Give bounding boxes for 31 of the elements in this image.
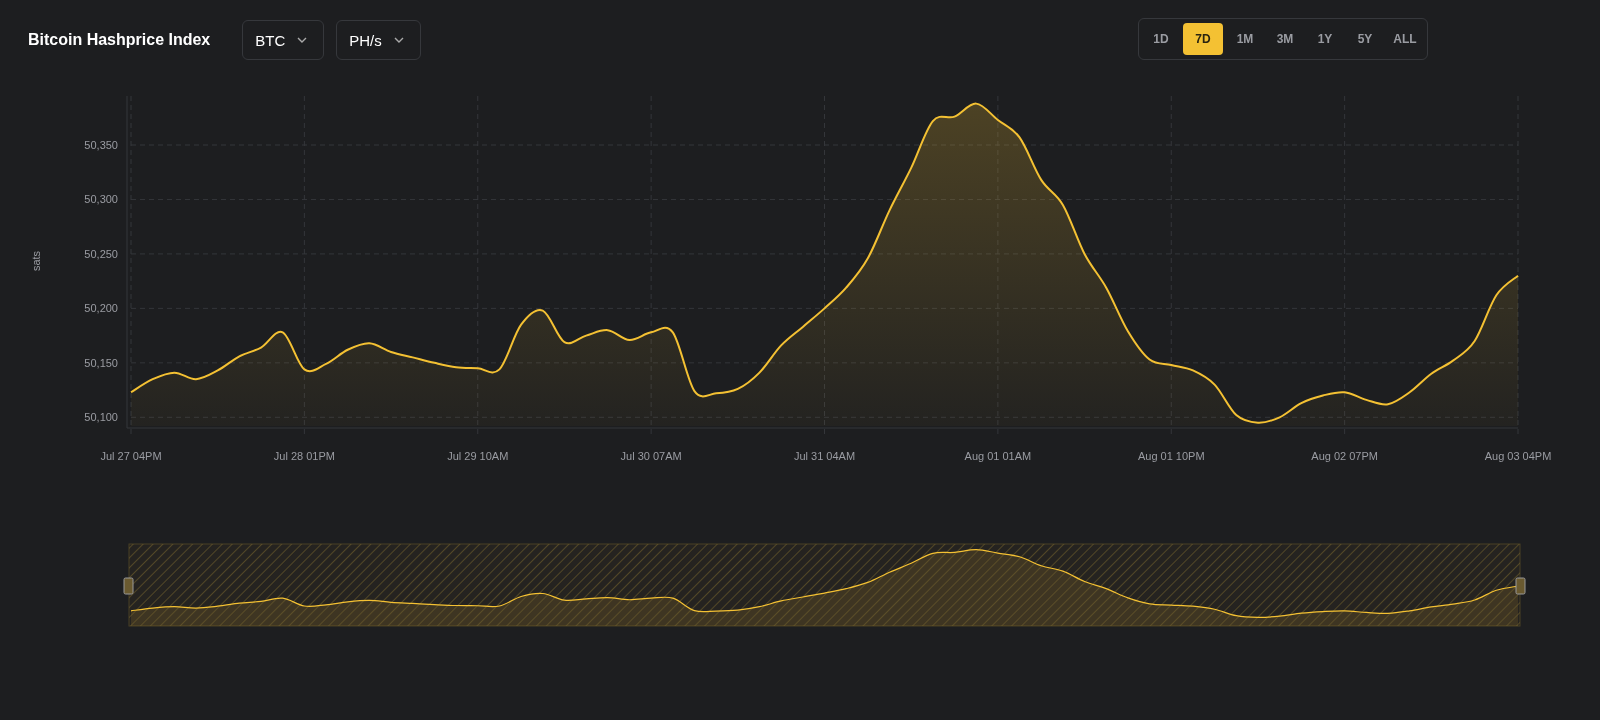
chevron-down-icon xyxy=(297,37,308,43)
range-tab[interactable]: 1M xyxy=(1227,23,1263,55)
x-tick-label: Aug 01 10PM xyxy=(1137,450,1205,462)
dropdown[interactable]: BTC xyxy=(242,20,325,60)
x-tick-label: Jul 28 01PM xyxy=(273,450,335,462)
y-tick-label: 50,150 xyxy=(84,356,118,369)
y-tick-label: 50,300 xyxy=(84,193,118,206)
x-tick-label: Jul 27 04PM xyxy=(100,450,162,462)
x-tick-label: Jul 31 04AM xyxy=(793,450,856,462)
range-tab[interactable]: 7D xyxy=(1183,23,1223,55)
y-tick-label: 50,350 xyxy=(84,139,118,151)
chevron-down-icon xyxy=(393,37,404,43)
x-tick-label: Jul 30 07AM xyxy=(620,450,682,462)
slider-handle[interactable] xyxy=(1515,577,1526,595)
x-tick-label: Aug 01 01AM xyxy=(964,450,1032,462)
page-title: Bitcoin Hashprice Index xyxy=(28,31,211,49)
y-axis-label: sats xyxy=(30,250,42,272)
x-tick-label: Jul 29 10AM xyxy=(447,450,509,462)
y-tick-label: 50,250 xyxy=(84,247,118,260)
range-tab[interactable]: 5Y xyxy=(1347,23,1383,55)
y-tick-label: 50,100 xyxy=(84,411,118,424)
range-navigator[interactable] xyxy=(128,543,1521,627)
range-tab[interactable]: 3M xyxy=(1267,23,1303,55)
range-tab[interactable]: ALL xyxy=(1387,23,1423,55)
x-tick-label: Aug 02 07PM xyxy=(1311,450,1378,462)
x-tick-label: Aug 03 04PM xyxy=(1484,450,1552,462)
slider-handle[interactable] xyxy=(123,577,134,595)
range-tab[interactable]: 1D xyxy=(1143,23,1179,55)
y-tick-label: 50,200 xyxy=(84,302,118,315)
dropdown[interactable]: PH/s xyxy=(336,20,421,60)
range-tab[interactable]: 1Y xyxy=(1307,23,1343,55)
